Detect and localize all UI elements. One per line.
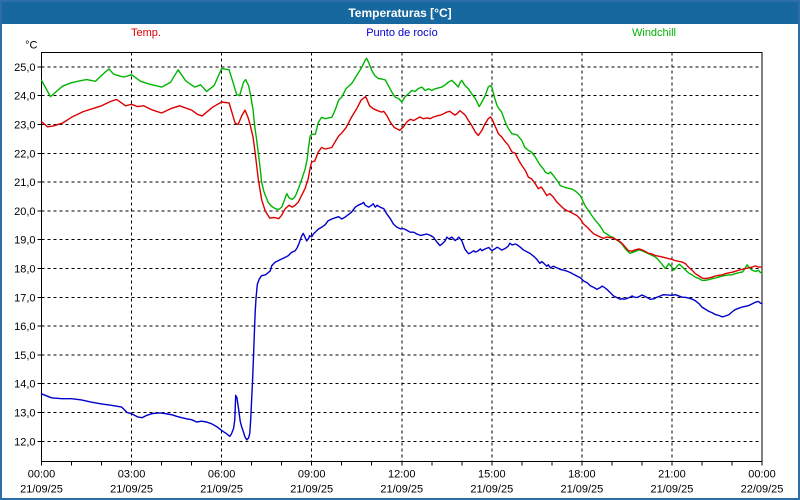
svg-text:09:00: 09:00 [298, 469, 326, 481]
svg-text:00:00: 00:00 [748, 469, 776, 481]
svg-text:24,0: 24,0 [14, 91, 35, 103]
svg-text:18:00: 18:00 [568, 469, 596, 481]
svg-text:22,0: 22,0 [14, 148, 35, 160]
svg-text:15,0: 15,0 [14, 350, 35, 362]
axis-ticks [38, 67, 763, 466]
svg-text:12,0: 12,0 [14, 436, 35, 448]
svg-text:21/09/25: 21/09/25 [470, 484, 513, 496]
svg-text:12:00: 12:00 [388, 469, 416, 481]
y-axis-labels: 25,0 24,0 23,0 22,0 21,0 20,0 19,0 18,0 17,0 16,0… [14, 40, 37, 449]
svg-text:16,0: 16,0 [14, 321, 35, 333]
svg-text:18,0: 18,0 [14, 264, 35, 276]
svg-text:23,0: 23,0 [14, 120, 35, 132]
svg-text:21/09/25: 21/09/25 [20, 484, 63, 496]
svg-text:21/09/25: 21/09/25 [110, 484, 153, 496]
svg-text:21/09/25: 21/09/25 [560, 484, 603, 496]
weather-chart-window: Temperaturas [°C] Temp. Punto de rocío W… [0, 0, 800, 500]
svg-text:00:00: 00:00 [28, 469, 56, 481]
svg-text:21:00: 21:00 [658, 469, 686, 481]
svg-text:21/09/25: 21/09/25 [651, 484, 694, 496]
svg-text:14,0: 14,0 [14, 379, 35, 391]
svg-text:03:00: 03:00 [118, 469, 146, 481]
svg-text:21,0: 21,0 [14, 177, 35, 189]
series-line-punto-de-roc-o [42, 202, 763, 440]
svg-text:22/09/25: 22/09/25 [741, 484, 784, 496]
x-axis-labels: 00:00 21/09/25 03:00 21/09/25 06:00 21/09/25 0… [20, 469, 783, 496]
svg-text:21/09/25: 21/09/25 [290, 484, 333, 496]
svg-text:17,0: 17,0 [14, 292, 35, 304]
temperature-chart-plot: 25,0 24,0 23,0 22,0 21,0 20,0 19,0 18,0 17,0 16,0… [2, 2, 798, 498]
svg-text:19,0: 19,0 [14, 235, 35, 247]
svg-text:13,0: 13,0 [14, 408, 35, 420]
svg-text:20,0: 20,0 [14, 206, 35, 218]
svg-text:21/09/25: 21/09/25 [380, 484, 423, 496]
svg-text:21/09/25: 21/09/25 [200, 484, 243, 496]
svg-text:25,0: 25,0 [14, 62, 35, 74]
y-axis-unit-label: °C [25, 40, 37, 52]
svg-text:15:00: 15:00 [478, 469, 506, 481]
svg-text:06:00: 06:00 [208, 469, 236, 481]
